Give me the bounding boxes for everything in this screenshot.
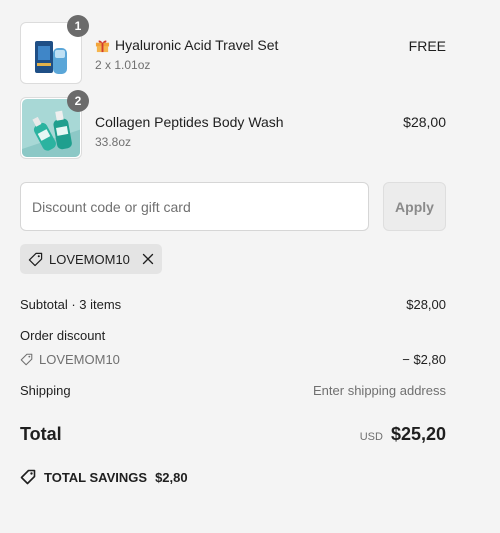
item-variant: 2 x 1.01oz [95, 58, 151, 72]
product-thumbnail: 1 [20, 15, 89, 84]
item-price: FREE [408, 38, 446, 54]
order-discount-code-row: LOVEMOM10 − $2,80 [20, 352, 446, 367]
savings-value: $2,80 [155, 469, 188, 485]
total-amount: $25,20 [390, 424, 446, 444]
tag-icon [20, 353, 33, 366]
line-item: 1 Hyaluronic Acid Travel Set 2 x 1.01oz … [20, 15, 446, 84]
subtotal-row: Subtotal · 3 items $28,00 [20, 297, 446, 312]
applied-discount-chip: LOVEMOM10 [20, 244, 162, 274]
order-summary: 1 Hyaluronic Acid Travel Set 2 x 1.01oz … [20, 0, 446, 533]
item-price: $28,00 [403, 114, 446, 130]
order-discount-value: − $2,80 [402, 352, 446, 367]
total-savings: TOTAL SAVINGS $2,80 [20, 469, 188, 485]
gift-icon [95, 40, 110, 52]
discount-form: Apply [20, 182, 446, 231]
order-discount-label: Order discount [20, 328, 106, 343]
discount-code-input[interactable] [20, 182, 369, 231]
currency-code: USD [359, 431, 383, 443]
item-variant: 33.8oz [95, 135, 132, 149]
remove-discount-icon[interactable] [142, 253, 154, 265]
tag-icon [28, 252, 43, 266]
shipping-label: Shipping [20, 383, 71, 398]
apply-button[interactable]: Apply [383, 182, 446, 231]
subtotal-label: Subtotal · 3 items [20, 297, 122, 312]
applied-code: LOVEMOM10 [49, 251, 130, 267]
quantity-badge: 1 [67, 15, 89, 37]
order-discount-code: LOVEMOM10 [39, 352, 120, 367]
total-label: Total [20, 424, 62, 444]
item-title: Hyaluronic Acid Travel Set [115, 37, 279, 53]
line-item: 2 Collagen Peptides Body Wash 33.8oz $28… [20, 90, 446, 159]
shipping-value: Enter shipping address [313, 383, 446, 398]
total-row: Total USD $25,20 [20, 424, 446, 445]
order-discount-row: Order discount [20, 328, 446, 343]
product-thumbnail: 2 [20, 90, 89, 159]
item-title: Collagen Peptides Body Wash [95, 114, 284, 130]
savings-label: TOTAL SAVINGS [44, 469, 148, 485]
tag-icon [20, 469, 36, 485]
quantity-badge: 2 [67, 90, 89, 112]
shipping-row: Shipping Enter shipping address [20, 383, 446, 398]
subtotal-value: $28,00 [406, 297, 446, 312]
